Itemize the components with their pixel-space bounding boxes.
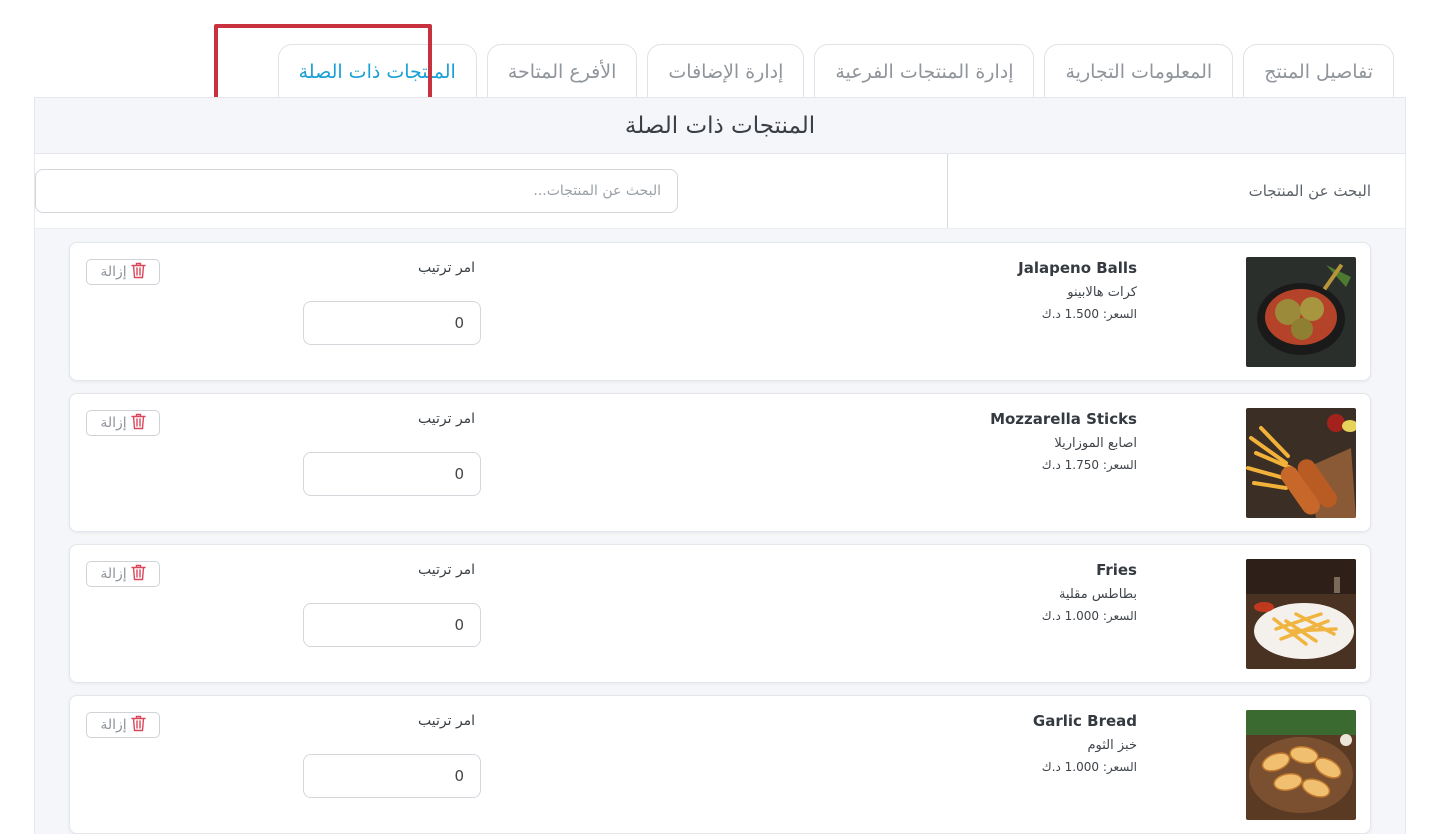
product-card: Jalapeno Balls كرات هالابينو السعر: 1.50… [69,242,1371,381]
related-products-list: Jalapeno Balls كرات هالابينو السعر: 1.50… [69,242,1371,834]
product-name-en: Mozzarella Sticks [990,410,1137,428]
remove-button[interactable]: إزالة [86,410,160,436]
order-input[interactable] [303,754,481,798]
product-card: Mozzarella Sticks اصابع الموزاريلا السعر… [69,393,1371,532]
product-price: السعر: 1.000 د.ك [1041,760,1137,774]
remove-button[interactable]: إزالة [86,561,160,587]
order-input[interactable] [303,301,481,345]
trash-icon [130,262,146,283]
product-info: Jalapeno Balls كرات هالابينو السعر: 1.50… [807,259,1137,321]
remove-button[interactable]: إزالة [86,712,160,738]
related-products-panel: المنتجات ذات الصلة البحث عن المنتجات الب… [34,97,1406,834]
search-input[interactable] [35,169,678,213]
order-input[interactable] [303,603,481,647]
order-label: امر ترتيب [418,713,476,729]
search-input-cell [35,154,947,228]
product-image [1246,257,1356,367]
order-label: امر ترتيب [418,562,476,578]
product-image [1246,408,1356,518]
trash-icon [130,715,146,736]
order-label: امر ترتيب [418,411,476,427]
tab-sub-products[interactable]: إدارة المنتجات الفرعية [814,44,1035,98]
tab-business-info[interactable]: المعلومات التجارية [1044,44,1234,98]
tab-related-products[interactable]: المنتجات ذات الصلة [277,44,477,98]
product-price: السعر: 1.500 د.ك [1041,307,1137,321]
product-price: السعر: 1.750 د.ك [1041,458,1137,472]
product-tabs: تفاصيل المنتج المعلومات التجارية إدارة ا… [277,44,1394,98]
remove-label: إزالة [100,717,127,733]
product-price: السعر: 1.000 د.ك [1041,609,1137,623]
product-image [1246,559,1356,669]
product-card: Garlic Bread خبز الثوم السعر: 1.000 د.ك … [69,695,1371,834]
product-name-ar: اصابع الموزاريلا [1054,436,1137,451]
trash-icon [130,564,146,585]
product-card: Fries بطاطس مقلية السعر: 1.000 د.ك امر ت… [69,544,1371,683]
product-name-en: Garlic Bread [1032,712,1137,730]
tab-product-details[interactable]: تفاصيل المنتج [1243,44,1394,98]
product-name-ar: بطاطس مقلية [1058,587,1137,602]
remove-button[interactable]: إزالة [86,259,160,285]
remove-label: إزالة [100,566,127,582]
product-name-ar: كرات هالابينو [1067,285,1137,300]
product-name-en: Jalapeno Balls [1018,259,1137,277]
order-label: امر ترتيب [418,260,476,276]
order-input[interactable] [303,452,481,496]
search-row: البحث عن المنتجات [35,154,1405,229]
tab-addons[interactable]: إدارة الإضافات [647,44,805,98]
trash-icon [130,413,146,434]
search-label: البحث عن المنتجات [947,154,1405,228]
remove-label: إزالة [100,264,127,280]
panel-title: المنتجات ذات الصلة [35,98,1405,154]
product-info: Fries بطاطس مقلية السعر: 1.000 د.ك [807,561,1137,623]
product-name-en: Fries [1096,561,1137,579]
tab-available-branches[interactable]: الأفرع المتاحة [486,44,638,98]
product-info: Mozzarella Sticks اصابع الموزاريلا السعر… [807,410,1137,472]
product-info: Garlic Bread خبز الثوم السعر: 1.000 د.ك [807,712,1137,774]
remove-label: إزالة [100,415,127,431]
product-image [1246,710,1356,820]
product-name-ar: خبز الثوم [1087,738,1137,753]
